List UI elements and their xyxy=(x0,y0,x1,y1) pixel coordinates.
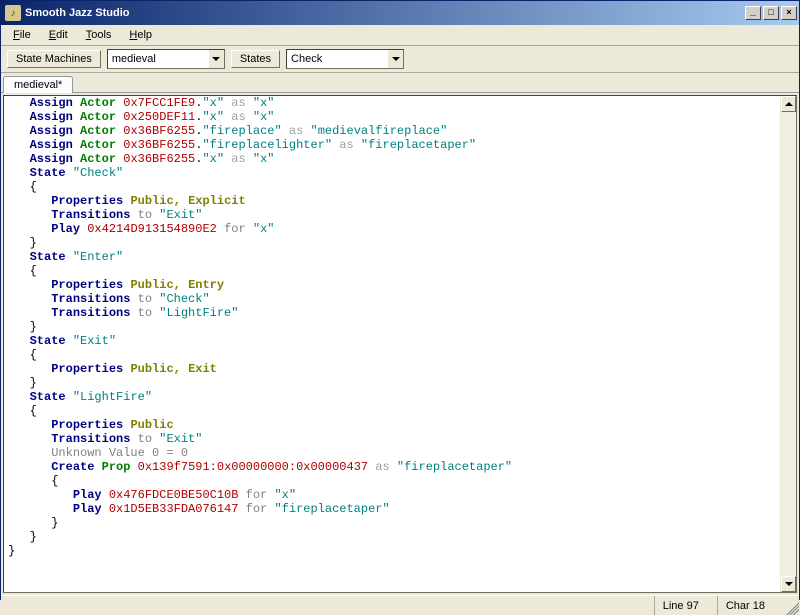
close-button[interactable]: × xyxy=(781,6,797,20)
tabbar: medieval* xyxy=(1,73,799,93)
menu-file[interactable]: File xyxy=(5,27,39,43)
resize-grip-icon[interactable] xyxy=(783,599,799,615)
menubar: File Edit Tools Help xyxy=(1,25,799,46)
menu-help[interactable]: Help xyxy=(121,27,160,43)
toolbar: State Machines States xyxy=(1,46,799,73)
state-machines-combo[interactable] xyxy=(107,49,225,69)
states-combo[interactable] xyxy=(286,49,404,69)
state-machines-button[interactable]: State Machines xyxy=(7,50,101,68)
minimize-button[interactable]: _ xyxy=(745,6,761,20)
code-editor[interactable]: Assign Actor 0x7FCC1FE9."x" as "x" Assig… xyxy=(3,95,797,593)
window-title: Smooth Jazz Studio xyxy=(25,7,743,19)
scroll-down-icon[interactable] xyxy=(781,576,796,592)
tab-medieval[interactable]: medieval* xyxy=(3,76,73,93)
states-button[interactable]: States xyxy=(231,50,280,68)
editor-container: Assign Actor 0x7FCC1FE9."x" as "x" Assig… xyxy=(1,93,799,595)
chevron-down-icon[interactable] xyxy=(387,50,403,68)
scroll-up-icon[interactable] xyxy=(781,96,796,112)
status-line: Line 97 xyxy=(654,596,717,615)
scrollbar-vertical[interactable] xyxy=(780,96,796,592)
state-machines-input[interactable] xyxy=(108,50,208,68)
titlebar: ♪ Smooth Jazz Studio _ □ × xyxy=(1,1,799,25)
chevron-down-icon[interactable] xyxy=(208,50,224,68)
menu-tools[interactable]: Tools xyxy=(78,27,120,43)
maximize-button[interactable]: □ xyxy=(763,6,779,20)
states-input[interactable] xyxy=(287,50,387,68)
window-buttons: _ □ × xyxy=(743,6,797,20)
code-content[interactable]: Assign Actor 0x7FCC1FE9."x" as "x" Assig… xyxy=(4,96,796,558)
menu-edit[interactable]: Edit xyxy=(41,27,76,43)
app-icon: ♪ xyxy=(5,5,21,21)
statusbar: Line 97 Char 18 xyxy=(1,595,799,615)
status-char: Char 18 xyxy=(717,596,783,615)
